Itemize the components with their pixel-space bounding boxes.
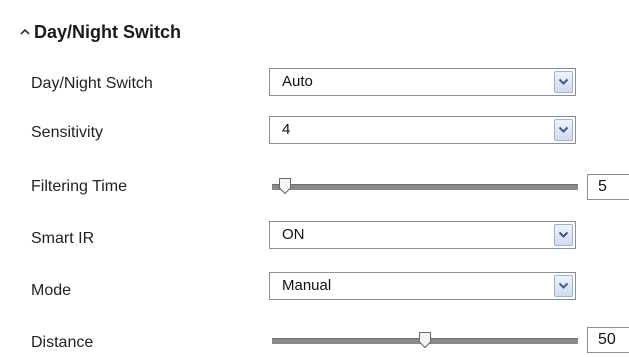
dropdown-button[interactable] <box>554 275 573 297</box>
chevron-up-icon <box>18 25 32 39</box>
day-night-switch-select[interactable]: Auto <box>269 68 576 96</box>
chevron-down-icon <box>558 126 569 133</box>
distance-label: Distance <box>31 334 94 351</box>
day-night-switch-value: Auto <box>282 73 313 90</box>
dropdown-button[interactable] <box>554 71 573 93</box>
row-smart-ir: Smart IR ON <box>0 221 629 251</box>
dropdown-button[interactable] <box>554 119 573 141</box>
smart-ir-label: Smart IR <box>31 230 95 247</box>
filtering-time-input[interactable]: 5 <box>587 174 629 200</box>
dropdown-button[interactable] <box>554 224 573 246</box>
section-header[interactable]: Day/Night Switch <box>18 20 181 44</box>
section-title: Day/Night Switch <box>34 21 182 42</box>
mode-select[interactable]: Manual <box>269 272 576 300</box>
slider-track <box>272 184 578 190</box>
filtering-time-slider[interactable] <box>272 177 578 197</box>
slider-thumb[interactable] <box>418 331 432 349</box>
day-night-switch-label: Day/Night Switch <box>31 75 153 92</box>
row-mode: Mode Manual <box>0 272 629 302</box>
chevron-down-icon <box>558 282 569 289</box>
chevron-down-icon <box>558 78 569 85</box>
filtering-time-label: Filtering Time <box>31 178 128 195</box>
row-sensitivity: Sensitivity 4 <box>0 116 629 146</box>
row-day-night-switch: Day/Night Switch Auto <box>0 68 629 98</box>
distance-slider[interactable] <box>272 331 578 351</box>
row-filtering-time: Filtering Time 5 <box>0 174 629 204</box>
slider-thumb[interactable] <box>278 177 292 195</box>
sensitivity-label: Sensitivity <box>31 124 104 141</box>
smart-ir-select[interactable]: ON <box>269 221 576 249</box>
sensitivity-value: 4 <box>282 121 291 138</box>
smart-ir-value: ON <box>282 226 305 243</box>
mode-label: Mode <box>31 282 72 299</box>
sensitivity-select[interactable]: 4 <box>269 116 576 144</box>
mode-value: Manual <box>282 277 332 294</box>
distance-input[interactable]: 50 <box>587 327 629 353</box>
chevron-down-icon <box>558 231 569 238</box>
